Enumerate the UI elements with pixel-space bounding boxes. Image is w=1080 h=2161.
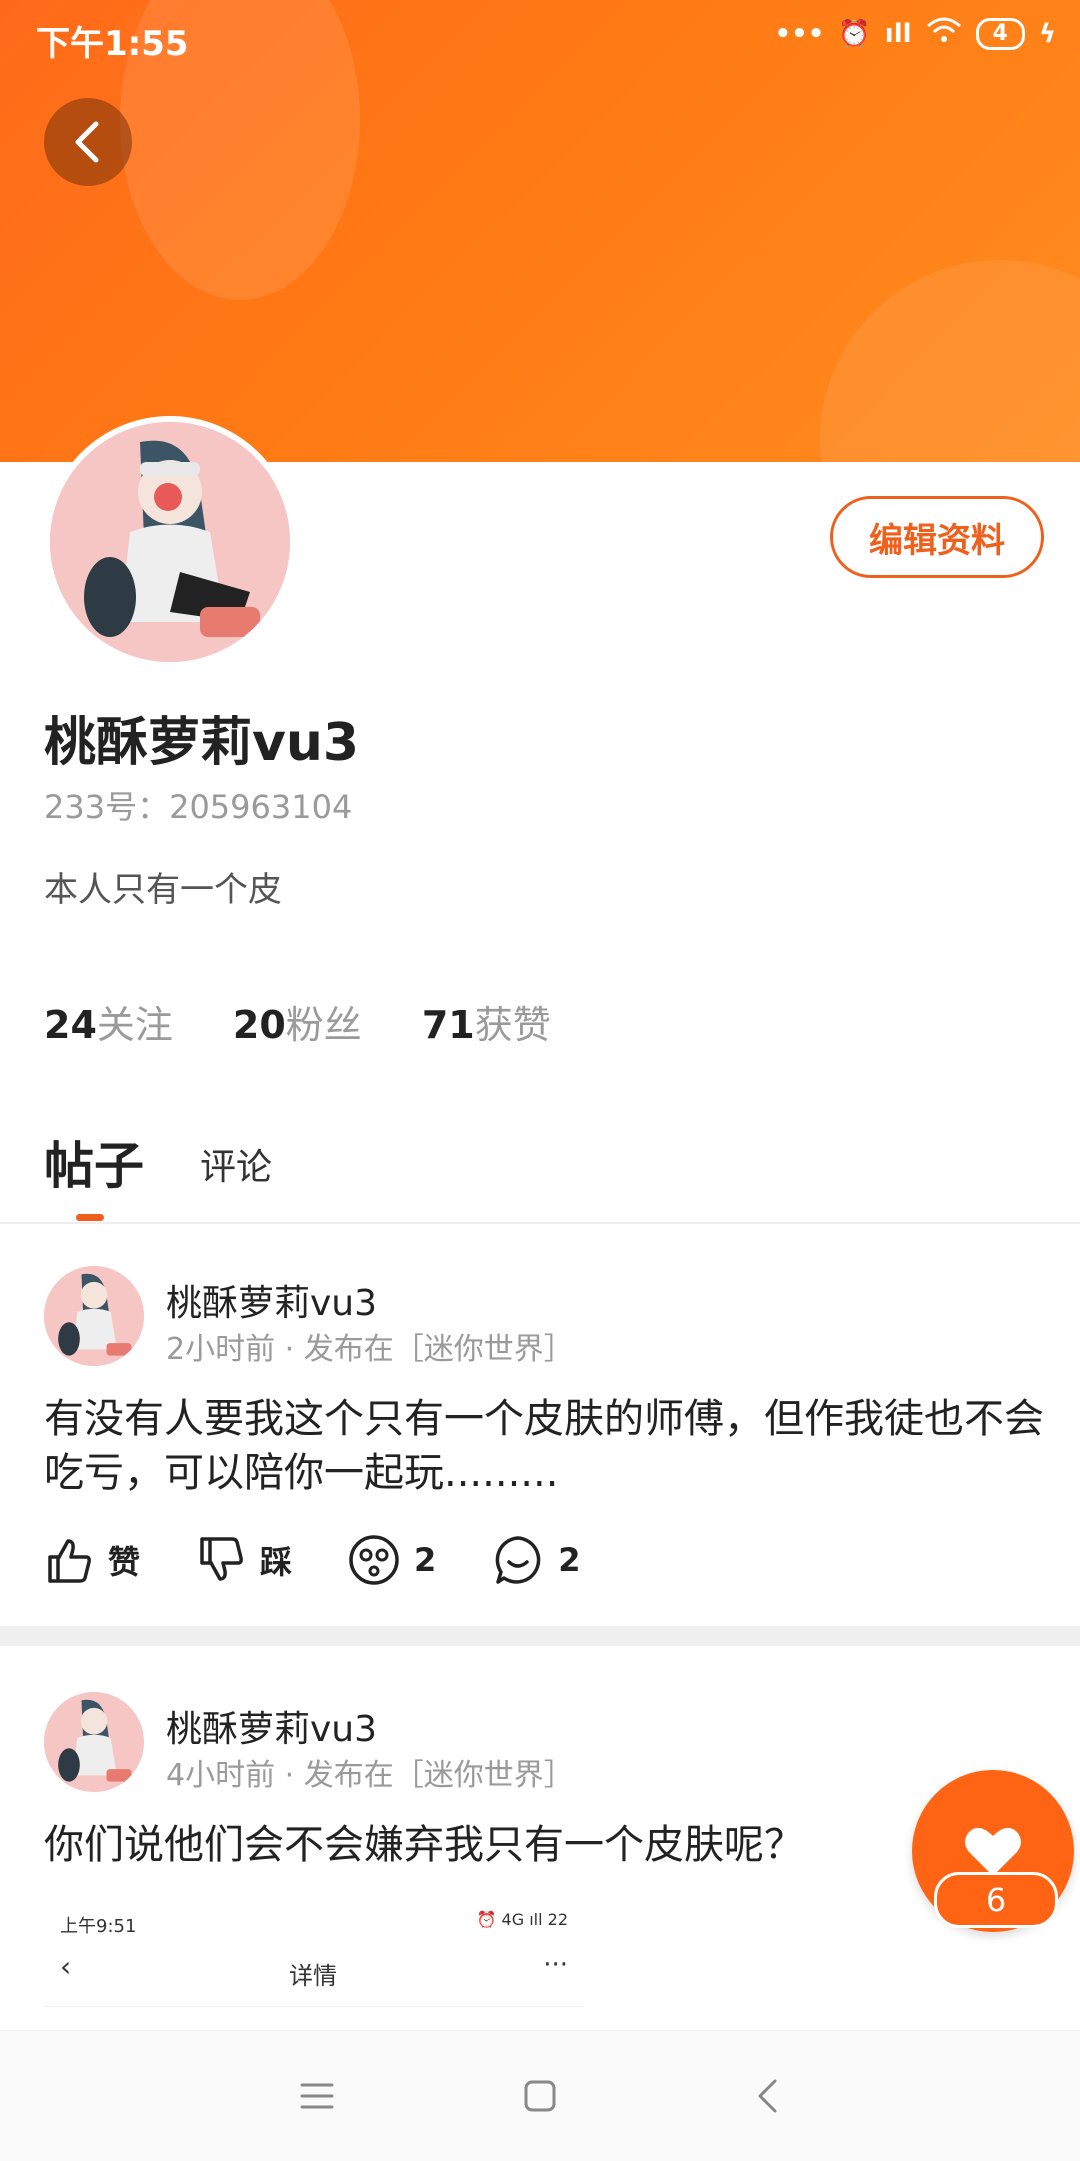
preview-title: 详情 — [289, 1962, 337, 1990]
home-button[interactable] — [515, 2071, 565, 2121]
stat-label: 关注 — [96, 1003, 173, 1047]
stat-label: 粉丝 — [285, 1003, 362, 1047]
like-label: 赞 — [108, 1543, 141, 1581]
comment-button[interactable]: 2 — [492, 1534, 581, 1586]
content-tabs: 帖子 评论 — [44, 1126, 272, 1198]
comment-bubble-icon — [495, 1536, 541, 1584]
post-meta: 2小时前 · 发布在［迷你世界］ — [166, 1332, 574, 1367]
banner-decoration — [820, 260, 1080, 462]
divider — [0, 1222, 1080, 1224]
profile-username: 桃酥萝莉vu3 — [44, 713, 360, 773]
stat-number: 24 — [44, 1003, 97, 1047]
post-author-avatar[interactable] — [44, 1266, 144, 1366]
stat-number: 71 — [421, 1003, 475, 1047]
wifi-icon — [926, 16, 962, 51]
nav-back-button[interactable] — [742, 2071, 792, 2121]
stat-label: 获赞 — [474, 1003, 551, 1047]
stat-followers[interactable]: 20粉丝 — [233, 994, 362, 1049]
floating-like-count: 6 — [934, 1872, 1058, 1928]
profile-stats: 24关注 20粉丝 71获赞 — [44, 994, 551, 1049]
comment-count: 2 — [558, 1541, 581, 1579]
post-author-name[interactable]: 桃酥萝莉vu3 — [166, 1274, 377, 1326]
thumbs-down-icon — [200, 1537, 243, 1581]
reaction-button[interactable]: 2 — [348, 1534, 436, 1586]
more-dots-icon: ••• — [774, 18, 825, 49]
back-button[interactable] — [44, 98, 132, 186]
post-author-avatar[interactable] — [44, 1692, 144, 1792]
preview-status-icons: ⏰ 4G ıll 22 — [476, 1910, 568, 1929]
square-home-icon — [524, 2080, 556, 2112]
preview-time: 上午9:51 — [60, 1916, 137, 1937]
preview-divider — [44, 2006, 584, 2007]
dislike-button[interactable]: 踩 — [196, 1535, 292, 1585]
reaction-count: 2 — [414, 1541, 437, 1579]
profile-avatar[interactable] — [44, 416, 296, 668]
post-actions: 赞 踩 2 2 — [44, 1534, 581, 1586]
charging-icon: ϟ — [1038, 18, 1056, 49]
profile-banner: 下午1:55 ••• ⏰ ıll 4 ϟ — [0, 0, 1080, 462]
avatar-illustration — [44, 1266, 144, 1366]
preview-back-icon: ‹ — [60, 1950, 72, 1983]
signal-icon: ıll — [884, 18, 912, 49]
preview-more-icon: ··· — [543, 1950, 568, 1980]
status-icons: ••• ⏰ ıll 4 ϟ — [775, 16, 1056, 51]
avatar-illustration — [44, 1692, 144, 1792]
stat-following[interactable]: 24关注 — [44, 994, 173, 1049]
profile-bio: 本人只有一个皮 — [44, 870, 282, 910]
dislike-label: 踩 — [260, 1543, 293, 1581]
post-author-name[interactable]: 桃酥萝莉vu3 — [166, 1700, 377, 1752]
post-text[interactable]: 有没有人要我这个只有一个皮肤的师傅，但作我徒也不会吃亏，可以陪你一起玩.....… — [44, 1392, 1044, 1500]
chevron-left-icon — [758, 2079, 777, 2113]
alarm-icon: ⏰ — [838, 18, 871, 49]
like-button[interactable]: 赞 — [44, 1535, 140, 1585]
stat-likes[interactable]: 71获赞 — [422, 994, 551, 1049]
profile-uid: 233号：205963104 — [44, 788, 353, 826]
chevron-left-icon — [75, 121, 99, 163]
system-nav-bar — [0, 2030, 1080, 2161]
menu-icon — [300, 2083, 334, 2109]
status-time: 下午1:55 — [36, 24, 189, 64]
battery-icon: 4 — [975, 17, 1025, 50]
thumbs-up-icon — [48, 1539, 91, 1583]
avatar-illustration — [50, 422, 290, 662]
tab-indicator — [76, 1214, 104, 1221]
post-separator — [0, 1626, 1080, 1646]
post-text[interactable]: 你们说他们会不会嫌弃我只有一个皮肤呢？ — [44, 1818, 1044, 1872]
post-meta: 4小时前 · 发布在［迷你世界］ — [166, 1758, 574, 1793]
surprised-face-icon — [349, 1535, 399, 1585]
tab-posts[interactable]: 帖子 — [44, 1126, 144, 1198]
menu-button[interactable] — [292, 2071, 342, 2121]
heart-icon — [965, 1827, 1021, 1876]
tab-comments[interactable]: 评论 — [200, 1138, 272, 1198]
status-bar: 下午1:55 ••• ⏰ ıll 4 ϟ — [0, 0, 1080, 76]
edit-profile-button[interactable]: 编辑资料 — [830, 496, 1044, 578]
post-image-preview[interactable]: 上午9:51 ⏰ 4G ıll 22 ‹ 详情 ··· — [44, 1900, 584, 2010]
stat-number: 20 — [232, 1003, 286, 1047]
